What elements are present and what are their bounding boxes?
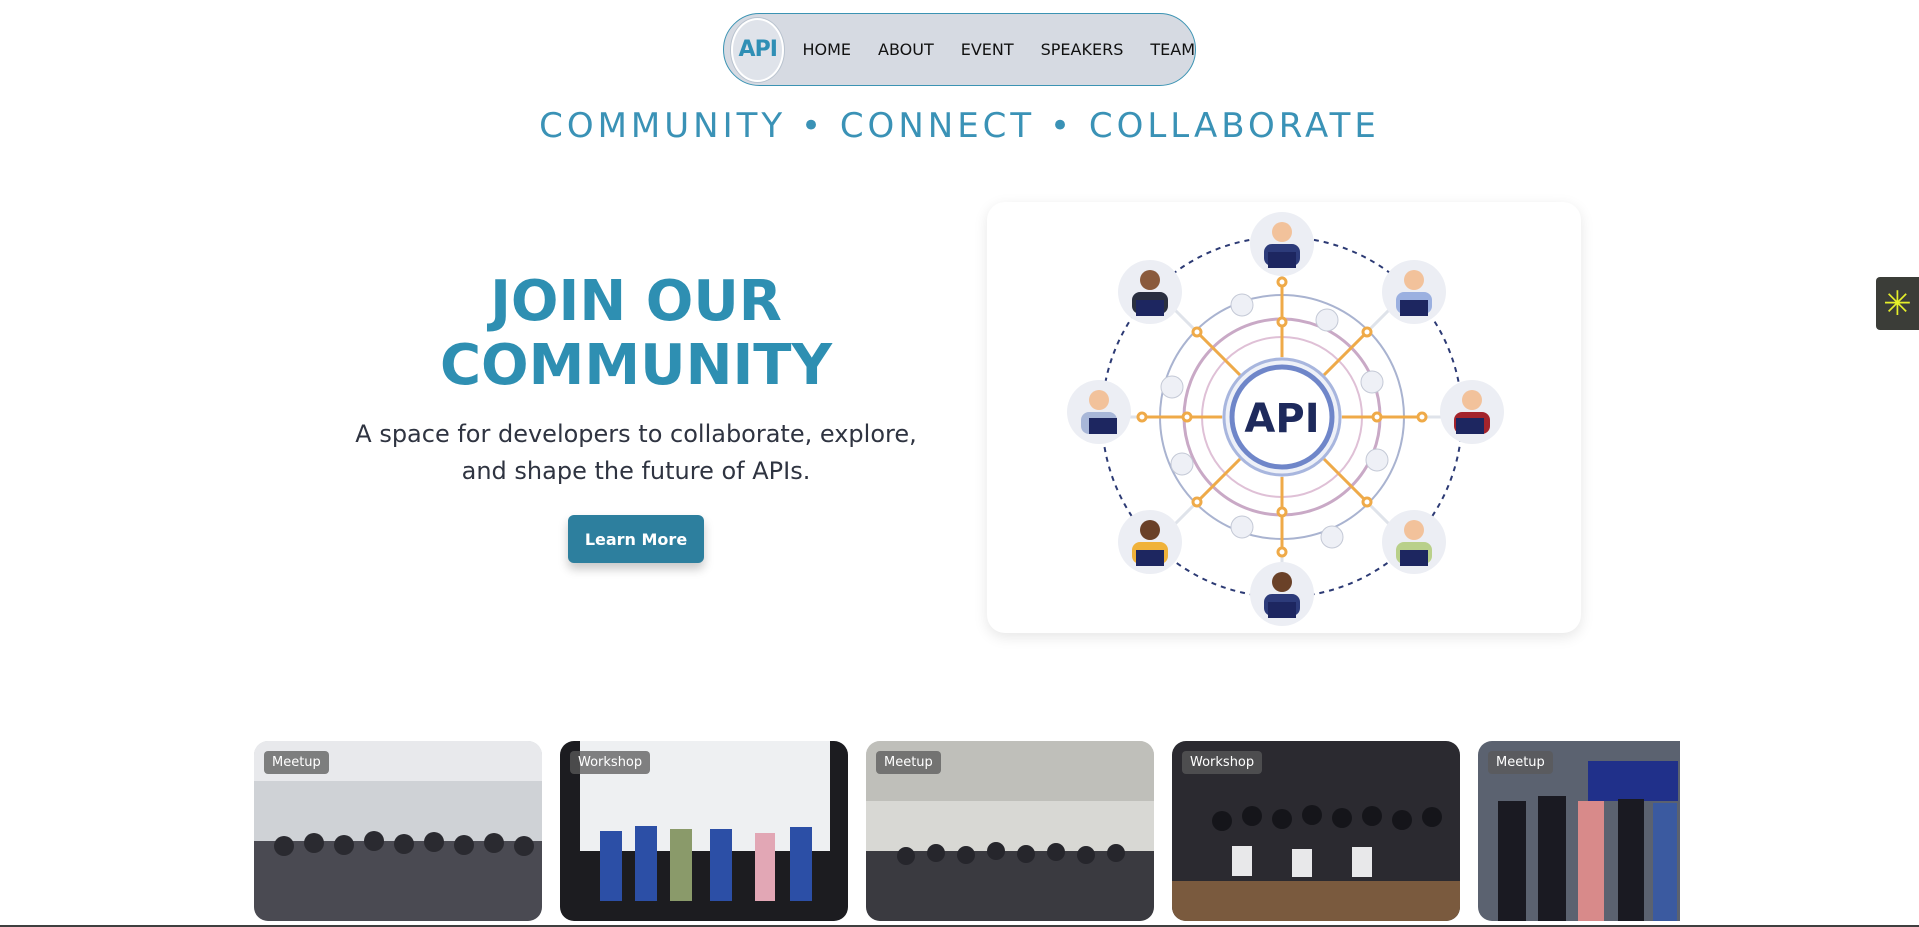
nav-links: HOME ABOUT EVENT SPEAKERS TEAM <box>802 40 1195 59</box>
api-logo[interactable]: API <box>731 17 785 82</box>
nav-item-home[interactable]: HOME <box>802 40 851 59</box>
nav-item-about[interactable]: ABOUT <box>878 40 934 59</box>
event-type-badge: Meetup <box>876 751 941 774</box>
hero-title-line1: JOIN OUR <box>490 269 782 334</box>
illustration-api-text: API <box>1244 396 1319 442</box>
logo-text: API <box>738 37 778 62</box>
nav-item-event[interactable]: EVENT <box>961 40 1014 59</box>
event-type-badge: Workshop <box>1182 751 1263 774</box>
asterisk-icon: ✳ <box>1883 283 1912 324</box>
event-type-badge: Workshop <box>570 751 651 774</box>
gallery-card[interactable]: Workshop <box>560 741 848 921</box>
nav-item-speakers[interactable]: SPEAKERS <box>1041 40 1124 59</box>
top-navigation: API HOME ABOUT EVENT SPEAKERS TEAM <box>723 13 1196 86</box>
hero-subtitle: A space for developers to collaborate, e… <box>330 416 942 490</box>
hero-subtitle-line2: and shape the future of APIs. <box>461 457 811 485</box>
event-type-badge: Meetup <box>1488 751 1553 774</box>
hero-illustration-card: API <box>987 202 1581 633</box>
event-type-badge: Meetup <box>264 751 329 774</box>
hero-title: JOIN OUR COMMUNITY <box>330 270 942 398</box>
gallery-card[interactable]: Meetup <box>866 741 1154 921</box>
event-gallery: Meetup Workshop Meetup Workshop Meetup <box>254 741 1680 921</box>
tagline: COMMUNITY • CONNECT • COLLABORATE <box>539 106 1380 146</box>
side-widget-button[interactable]: ✳ <box>1876 277 1919 330</box>
gallery-card[interactable]: Meetup <box>1478 741 1680 921</box>
learn-more-button[interactable]: Learn More <box>568 515 704 563</box>
nav-item-team[interactable]: TEAM <box>1150 40 1195 59</box>
api-network-illustration: API <box>1067 212 1504 626</box>
gallery-card[interactable]: Meetup <box>254 741 542 921</box>
gallery-card[interactable]: Workshop <box>1172 741 1460 921</box>
hero-subtitle-line1: A space for developers to collaborate, e… <box>355 420 917 448</box>
hero-title-line2: COMMUNITY <box>439 333 833 398</box>
